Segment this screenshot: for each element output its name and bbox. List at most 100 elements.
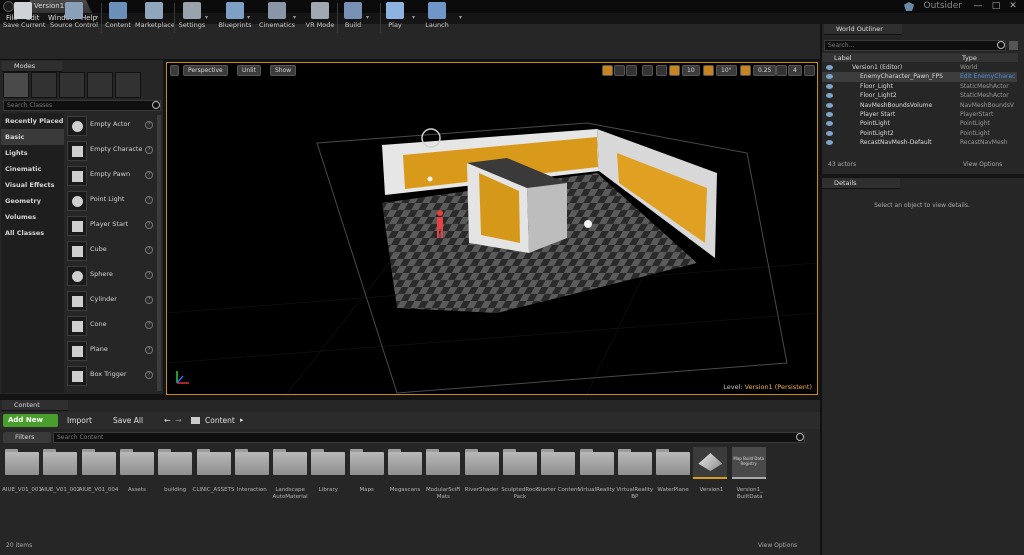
category-lights[interactable]: Lights xyxy=(1,145,64,161)
add-new-button[interactable]: Add New xyxy=(3,414,58,427)
view-mode-button[interactable]: Unlit xyxy=(237,65,261,76)
category-all-classes[interactable]: All Classes xyxy=(1,225,64,241)
play-button[interactable]: Play xyxy=(385,2,405,34)
outliner-search-input[interactable]: Search... xyxy=(824,40,1006,51)
help-icon[interactable]: ? xyxy=(145,121,153,129)
outliner-row[interactable]: RecastNavMesh-Default RecastNavMesh xyxy=(822,138,1017,147)
help-icon[interactable]: ? xyxy=(145,296,153,304)
scale-icon[interactable] xyxy=(626,65,637,76)
outliner-row[interactable]: EnemyCharacter_Pawn_FPS Edit EnemyCharac xyxy=(822,72,1017,82)
content-view-options-button[interactable]: View Options xyxy=(758,542,797,549)
search-content-input[interactable]: Search Content xyxy=(53,432,805,443)
visibility-eye-icon[interactable] xyxy=(826,83,833,89)
settings-button[interactable]: Settings xyxy=(178,2,206,34)
rotate-icon[interactable] xyxy=(614,65,625,76)
place-item-empty-pawn[interactable]: Empty Pawn? xyxy=(65,163,157,187)
modes-tab[interactable]: Modes xyxy=(2,61,62,72)
world-local-icon[interactable] xyxy=(642,65,653,76)
place-item-empty-actor[interactable]: Empty Actor? xyxy=(65,113,157,137)
point-light-icon[interactable] xyxy=(584,220,592,228)
dropdown-arrow-icon[interactable]: ▾ xyxy=(412,14,417,21)
vr-mode-button[interactable]: VR Mode xyxy=(304,2,336,34)
help-icon[interactable]: ? xyxy=(145,246,153,254)
foliage-mode-icon[interactable] xyxy=(87,72,113,98)
save-current-button[interactable]: Save Current xyxy=(3,2,45,34)
visibility-eye-icon[interactable] xyxy=(826,112,833,117)
help-icon[interactable]: ? xyxy=(145,271,153,279)
visibility-eye-icon[interactable] xyxy=(826,121,833,127)
place-item-box-trigger[interactable]: Box Trigger? xyxy=(65,363,157,387)
launch-button[interactable]: Launch xyxy=(424,2,450,34)
help-icon[interactable]: ? xyxy=(145,321,153,329)
dropdown-arrow-icon[interactable]: ▾ xyxy=(459,14,464,21)
grid-size-value[interactable]: 10 xyxy=(682,65,700,76)
paint-mode-icon[interactable] xyxy=(31,72,57,98)
outliner-row[interactable]: PointLight PointLight xyxy=(822,119,1017,128)
outliner-row[interactable]: Floor_Light StaticMeshActor xyxy=(822,82,1017,91)
outliner-row[interactable]: Player Start PlayerStart xyxy=(822,110,1017,119)
help-icon[interactable]: ? xyxy=(145,371,153,379)
help-icon[interactable]: ? xyxy=(145,346,153,354)
translate-icon[interactable] xyxy=(602,65,613,76)
scale-snap-icon[interactable] xyxy=(740,65,751,76)
close-icon[interactable]: ✕ xyxy=(1005,0,1021,13)
outliner-row[interactable]: Floor_Light2 StaticMeshActor xyxy=(822,91,1017,100)
grid-snap-icon[interactable] xyxy=(669,65,680,76)
dropdown-arrow-icon[interactable]: ▾ xyxy=(95,14,100,21)
category-recently-placed[interactable]: Recently Placed xyxy=(1,113,64,129)
category-basic[interactable]: Basic xyxy=(1,129,64,145)
visibility-eye-icon[interactable] xyxy=(826,65,833,70)
level-viewport[interactable] xyxy=(166,62,818,395)
surface-snap-icon[interactable] xyxy=(656,65,667,76)
outliner-row[interactable]: NavMeshBoundsVolume NavMeshBoundsV xyxy=(822,101,1017,110)
viewport-options-icon[interactable] xyxy=(170,65,179,76)
maximize-viewport-icon[interactable] xyxy=(804,65,815,76)
outliner-row[interactable]: PointLight2 PointLight xyxy=(822,129,1017,138)
category-geometry[interactable]: Geometry xyxy=(1,193,64,209)
help-icon[interactable]: ? xyxy=(145,171,153,179)
camera-speed-value[interactable]: 4 xyxy=(788,65,802,76)
place-item-cube[interactable]: Cube? xyxy=(65,238,157,262)
place-item-sphere[interactable]: Sphere? xyxy=(65,263,157,287)
place-item-empty-character[interactable]: Empty Character? xyxy=(65,138,157,162)
place-item-point-light[interactable]: Point Light? xyxy=(65,188,157,212)
dropdown-arrow-icon[interactable]: ▾ xyxy=(293,14,298,21)
outliner-view-options-button[interactable]: View Options xyxy=(963,161,1002,168)
actor-type[interactable]: Edit EnemyCharac xyxy=(960,72,1015,81)
cinematics-button[interactable]: Cinematics xyxy=(258,2,296,34)
save-all-button[interactable]: Save All xyxy=(113,414,143,427)
scene-render[interactable] xyxy=(166,63,818,395)
col-type-header[interactable]: Type xyxy=(962,54,977,62)
visibility-eye-icon[interactable] xyxy=(826,102,833,108)
marketplace-button[interactable]: Marketplace xyxy=(135,2,175,34)
import-button[interactable]: Import xyxy=(67,414,92,427)
content-browser-tab[interactable]: Content Browser xyxy=(2,400,68,420)
place-item-cylinder[interactable]: Cylinder? xyxy=(65,288,157,312)
maximize-icon[interactable]: □ xyxy=(988,0,1004,13)
minimize-icon[interactable]: — xyxy=(970,0,986,13)
path-chevron-icon[interactable]: ▸ xyxy=(240,414,244,427)
place-item-plane[interactable]: Plane? xyxy=(65,338,157,362)
content-button[interactable]: Content xyxy=(105,2,131,34)
visibility-eye-icon[interactable] xyxy=(826,130,833,136)
landscape-mode-icon[interactable] xyxy=(59,72,85,98)
col-label-header[interactable]: Label xyxy=(834,54,852,62)
build-button[interactable]: Build xyxy=(342,2,364,34)
visibility-eye-icon[interactable] xyxy=(826,93,833,99)
world-outliner-tab[interactable]: World Outliner xyxy=(824,24,902,35)
visibility-eye-icon[interactable] xyxy=(826,140,833,146)
geometry-mode-icon[interactable] xyxy=(115,72,141,98)
category-volumes[interactable]: Volumes xyxy=(1,209,64,225)
category-cinematic[interactable]: Cinematic xyxy=(1,161,64,177)
dropdown-arrow-icon[interactable]: ▾ xyxy=(205,14,210,21)
outliner-settings-icon[interactable] xyxy=(1009,41,1018,50)
scale-snap-value[interactable]: 0.25 xyxy=(753,65,777,76)
place-item-cone[interactable]: Cone? xyxy=(65,313,157,337)
place-item-player-start[interactable]: Player Start? xyxy=(65,213,157,237)
details-tab[interactable]: Details xyxy=(822,178,900,189)
camera-speed-icon[interactable] xyxy=(776,65,787,76)
outliner-row[interactable]: Version1 (Editor) World xyxy=(822,63,1017,72)
help-icon[interactable]: ? xyxy=(145,146,153,154)
place-mode-icon[interactable] xyxy=(3,72,29,98)
filters-button[interactable]: Filters xyxy=(3,432,51,443)
